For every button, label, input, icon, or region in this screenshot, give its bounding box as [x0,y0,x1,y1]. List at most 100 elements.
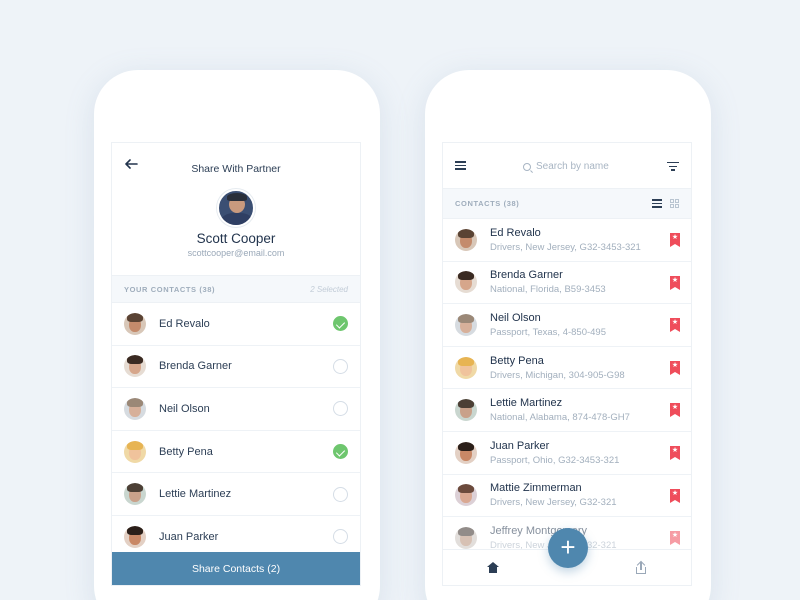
profile-avatar [217,189,255,227]
contact-info: Juan Parker Passport, Ohio, G32-3453-321 [490,440,619,466]
contact-name: Ed Revalo [159,317,210,330]
contact-detail: Drivers, Michigan, 304-905-G98 [490,369,625,381]
contact-name: Neil Olson [159,402,210,415]
checkbox-checked[interactable] [333,444,348,460]
contact-info: Lettie Martinez National, Alabama, 874-4… [490,397,630,423]
contact-detail: Passport, Texas, 4-850-495 [490,326,607,338]
contact-info: Betty Pena Drivers, Michigan, 304-905-G9… [490,355,625,381]
avatar [455,356,477,379]
contact-info: Neil Olson Passport, Texas, 4-850-495 [490,312,606,338]
contact-detail: Drivers, New Jersey, G32-3453-321 [490,241,641,253]
contact-row[interactable]: Ed Revalo [112,303,360,346]
page-title: Share With Partner [191,163,281,175]
contact-name: Lettie Martinez [159,488,232,501]
contact-name: Mattie Zimmerman [490,482,582,495]
avatar [124,312,146,335]
contact-row[interactable]: Brenda Garner National, Florida, B59-345… [443,262,691,305]
share-icon[interactable] [635,560,647,574]
header: Search by name [443,143,691,189]
contact-row[interactable]: Mattie Zimmerman Drivers, New Jersey, G3… [443,475,691,518]
bookmark-icon[interactable]: ★ [670,233,680,247]
avatar [455,526,477,549]
share-screen: Share With Partner Scott Cooper scottcoo… [111,142,361,586]
phone-side-button [380,196,384,236]
profile-email: scottcooper@email.com [187,248,285,258]
bookmark-icon[interactable]: ★ [670,531,680,546]
contact-detail: Passport, Ohio, G32-3453-321 [490,454,620,466]
avatar [455,313,477,336]
bookmark-icon[interactable]: ★ [670,488,680,503]
section-label: CONTACTS (38) [455,199,520,208]
bookmark-icon[interactable]: ★ [670,403,680,418]
search-input[interactable]: Search by name [523,161,609,172]
add-contact-button[interactable]: + [548,528,588,568]
contact-name: Lettie Martinez [490,397,563,410]
phone-side-button [711,196,715,236]
header: Share With Partner [112,143,360,189]
contact-name: Neil Olson [490,311,541,324]
contact-row[interactable]: Brenda Garner [112,346,360,389]
avatar [455,271,477,294]
contact-row[interactable]: Neil Olson [112,388,360,431]
bookmark-icon[interactable]: ★ [670,318,680,333]
filter-icon[interactable] [667,162,679,173]
profile-card: Scott Cooper scottcooper@email.com [112,189,360,275]
avatar [455,399,477,422]
avatar [124,525,146,548]
contact-name: Brenda Garner [159,360,232,373]
share-contacts-button[interactable]: Share Contacts (2) [112,552,360,585]
contact-row[interactable]: Neil Olson Passport, Texas, 4-850-495 ★ [443,304,691,347]
bottom-tab-bar: + [443,528,691,585]
grid-view-icon[interactable] [670,199,679,208]
contact-name: Brenda Garner [490,269,563,282]
list-view-icon[interactable] [652,199,662,208]
phone-left: Share With Partner Scott Cooper scottcoo… [90,70,384,600]
contact-name: Betty Pena [159,445,213,458]
phone-side-button [421,190,425,216]
contact-detail: Drivers, New Jersey, G32-321 [490,497,617,509]
contact-info: Brenda Garner National, Florida, B59-345… [490,269,606,295]
bookmark-icon[interactable]: ★ [670,360,680,375]
contact-row[interactable]: Betty Pena Drivers, Michigan, 304-905-G9… [443,347,691,390]
bookmark-icon[interactable]: ★ [670,275,680,290]
contact-detail: National, Alabama, 874-478-GH7 [490,412,630,424]
contact-name: Juan Parker [159,530,219,543]
checkbox[interactable] [333,529,348,545]
avatar [455,484,477,507]
avatar [124,355,146,378]
search-icon [523,162,531,171]
checkbox[interactable] [333,401,348,417]
contacts-section-header: CONTACTS (38) [443,189,691,219]
contact-info: Mattie Zimmerman Drivers, New Jersey, G3… [490,482,617,508]
phone-side-button [90,190,94,216]
contact-row[interactable]: Lettie Martinez [112,473,360,516]
phone-right: Search by name CONTACTS (38) Ed Revalo D… [421,70,715,600]
avatar [455,441,477,464]
section-label: YOUR CONTACTS (38) [124,284,216,294]
avatar [124,397,146,420]
phone-side-button [90,228,94,254]
contacts-screen: Search by name CONTACTS (38) Ed Revalo D… [442,142,692,586]
bookmark-icon[interactable]: ★ [670,445,680,460]
search-placeholder: Search by name [536,161,609,172]
profile-name: Scott Cooper [196,231,276,246]
avatar [124,483,146,506]
selected-count: 2 Selected [310,284,348,294]
checkbox[interactable] [333,358,348,374]
contact-row[interactable]: Ed Revalo Drivers, New Jersey, G32-3453-… [443,219,691,262]
avatar [124,440,146,463]
contact-row[interactable]: Betty Pena [112,431,360,474]
phone-side-button [421,228,425,254]
contact-name: Betty Pena [490,354,544,367]
contact-info: Ed Revalo Drivers, New Jersey, G32-3453-… [490,227,641,253]
contact-row[interactable]: Lettie Martinez National, Alabama, 874-4… [443,389,691,432]
contacts-section-header: YOUR CONTACTS (38) 2 Selected [112,275,360,303]
view-toggle [652,199,679,208]
contact-name: Juan Parker [490,439,550,452]
checkbox[interactable] [333,486,348,502]
contact-row[interactable]: Juan Parker Passport, Ohio, G32-3453-321… [443,432,691,475]
menu-icon[interactable] [455,161,466,170]
contact-name: Ed Revalo [490,226,541,239]
home-icon[interactable] [486,562,499,573]
checkbox-checked[interactable] [333,316,348,332]
